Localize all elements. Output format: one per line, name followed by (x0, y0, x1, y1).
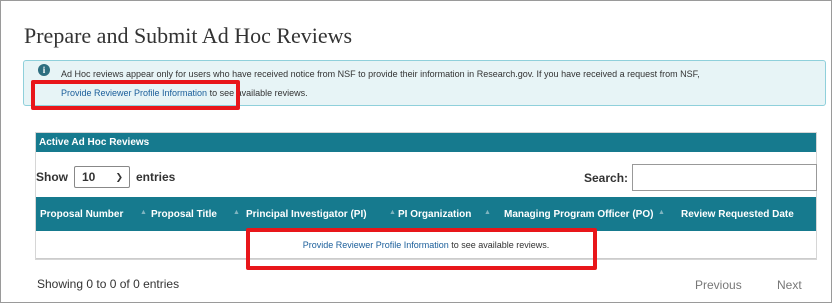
column-managing-program-officer[interactable]: Managing Program Officer (PO) (504, 197, 654, 231)
search-label: Search: (584, 171, 629, 185)
entries-label: entries (136, 170, 176, 184)
entries-length-control: Show 10 ❯ entries (36, 166, 175, 188)
previous-button[interactable]: Previous (695, 278, 742, 292)
page-title: Prepare and Submit Ad Hoc Reviews (24, 23, 353, 48)
column-pi-organization[interactable]: PI Organization (398, 197, 492, 231)
info-text: Ad Hoc reviews appear only for users who… (61, 69, 700, 79)
table-header-row: Proposal Number ▲ Proposal Title ▲ Princ… (36, 197, 816, 231)
column-proposal-number[interactable]: Proposal Number (40, 197, 148, 231)
search-input[interactable] (632, 164, 817, 191)
active-reviews-panel: Active Ad Hoc Reviews Show 10 ❯ entries … (35, 132, 817, 260)
info-text-line2: Provide Reviewer Profile Information to … (61, 88, 308, 98)
column-proposal-title[interactable]: Proposal Title (151, 197, 241, 231)
sort-icon: ▲ (484, 209, 491, 216)
provide-reviewer-profile-link-table[interactable]: Provide Reviewer Profile Information (303, 240, 449, 250)
empty-suffix: to see available reviews. (448, 240, 550, 250)
info-alert: i Ad Hoc reviews appear only for users w… (23, 60, 826, 106)
sort-icon: ▲ (233, 209, 240, 216)
table-empty-row: Provide Reviewer Profile Information to … (36, 231, 816, 259)
sort-icon: ▲ (658, 209, 665, 216)
provide-reviewer-profile-link[interactable]: Provide Reviewer Profile Information (61, 88, 207, 98)
sort-icon: ▲ (389, 209, 396, 216)
show-label: Show (36, 170, 68, 184)
sort-icon: ▲ (140, 209, 147, 216)
page-frame: Prepare and Submit Ad Hoc Reviews i Ad H… (0, 0, 832, 303)
next-button[interactable]: Next (777, 278, 802, 292)
panel-header: Active Ad Hoc Reviews (36, 133, 816, 152)
entries-select[interactable]: 10 ❯ (74, 166, 130, 188)
column-review-requested-date[interactable]: Review Requested Date (681, 197, 816, 231)
entries-select-value: 10 (82, 170, 96, 184)
table-info: Showing 0 to 0 of 0 entries (37, 277, 180, 291)
info-circle-icon: i (38, 64, 50, 76)
chevron-down-icon: ❯ (115, 171, 123, 182)
column-principal-investigator[interactable]: Principal Investigator (PI) (246, 197, 396, 231)
info-suffix: to see available reviews. (207, 88, 308, 98)
